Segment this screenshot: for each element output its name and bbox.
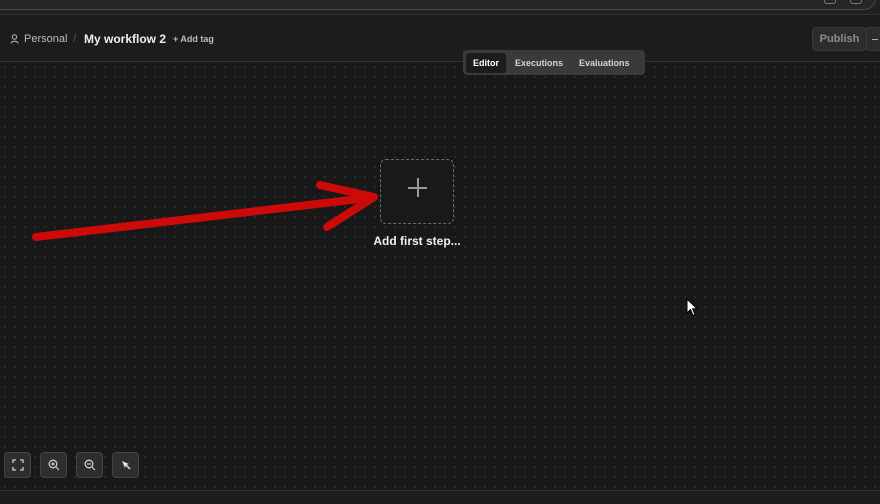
tidy-up-button[interactable] <box>112 452 139 478</box>
add-first-step-label: Add first step... <box>373 234 461 248</box>
bottom-panel-edge <box>0 490 880 504</box>
tidy-up-icon <box>121 461 131 470</box>
breadcrumb-project[interactable]: Personal <box>10 33 67 45</box>
zoom-in-button[interactable] <box>40 452 67 478</box>
mouse-cursor-icon <box>686 298 698 317</box>
tab-executions[interactable]: Executions <box>508 53 570 73</box>
publish-options-button[interactable] <box>866 27 880 51</box>
tab-editor[interactable]: Editor <box>466 52 506 73</box>
browser-toolbar <box>0 0 880 14</box>
publish-button[interactable]: Publish <box>812 27 867 51</box>
user-icon <box>10 34 19 44</box>
project-label: Personal <box>24 33 68 45</box>
browser-icons <box>824 0 862 4</box>
tab-evaluations[interactable]: Evaluations <box>572 53 637 73</box>
canvas-controls <box>4 452 139 478</box>
bookmark-icon[interactable] <box>850 0 862 4</box>
zoom-in-icon <box>48 459 59 471</box>
zoom-out-icon <box>84 459 95 471</box>
breadcrumb-separator: / <box>73 31 77 45</box>
zoom-out-button[interactable] <box>76 452 103 478</box>
add-tag-button[interactable]: + Add tag <box>173 34 214 44</box>
workflow-header: Personal / My workflow 2 + Add tag Publi… <box>0 14 880 62</box>
address-bar[interactable] <box>0 0 876 10</box>
fit-view-button[interactable] <box>4 452 31 478</box>
fit-view-icon <box>11 459 24 471</box>
workflow-canvas[interactable] <box>0 62 880 490</box>
add-first-step-button[interactable] <box>380 159 454 224</box>
workflow-name[interactable]: My workflow 2 <box>84 32 166 46</box>
view-tabs: Editor Executions Evaluations <box>463 50 645 75</box>
extension-icon[interactable] <box>824 0 836 4</box>
